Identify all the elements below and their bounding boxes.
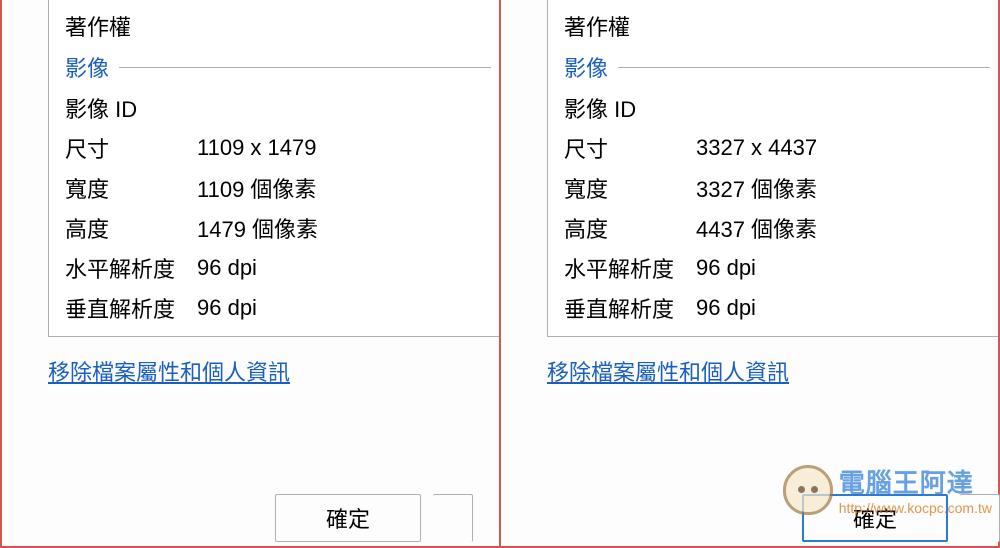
hres-label: 水平解析度: [564, 252, 696, 284]
dimensions-label: 尺寸: [65, 132, 197, 164]
height-row: 高度 1479 個像素: [65, 208, 491, 248]
vres-row: 垂直解析度 96 dpi: [564, 288, 990, 328]
button-bar: 確定: [275, 494, 473, 542]
button-bar: 確定: [802, 494, 1000, 542]
cancel-button-partial[interactable]: [433, 494, 473, 542]
ok-button[interactable]: 確定: [275, 494, 421, 542]
remove-properties-link[interactable]: 移除檔案屬性和個人資訊: [547, 360, 789, 385]
hres-value: 96 dpi: [696, 255, 756, 281]
vres-value: 96 dpi: [197, 295, 257, 321]
width-value: 3327 個像素: [696, 172, 817, 204]
dimensions-row: 尺寸 3327 x 4437: [564, 128, 990, 168]
height-label: 高度: [65, 212, 197, 244]
vres-value: 96 dpi: [696, 295, 756, 321]
dimensions-value: 1109 x 1479: [197, 135, 316, 161]
image-section-title: 影像: [65, 51, 109, 83]
ok-button[interactable]: 確定: [802, 494, 948, 542]
properties-dialog-left: 著作權 影像 影像 ID 尺寸 1109 x 1479 寬度 1109 個像素 …: [0, 0, 500, 548]
copyright-row: 著作權: [65, 6, 491, 46]
height-value: 1479 個像素: [197, 212, 318, 244]
width-value: 1109 個像素: [197, 172, 316, 204]
height-label: 高度: [564, 212, 696, 244]
copyright-row: 著作權: [564, 6, 990, 46]
vres-label: 垂直解析度: [564, 292, 696, 324]
hres-value: 96 dpi: [197, 255, 257, 281]
image-id-label: 影像 ID: [564, 92, 696, 124]
image-section-title: 影像: [564, 51, 608, 83]
properties-panel: 著作權 影像 影像 ID 尺寸 1109 x 1479 寬度 1109 個像素 …: [48, 0, 499, 337]
image-section-header: 影像: [65, 46, 491, 88]
remove-props-row: 移除檔案屬性和個人資訊: [2, 337, 499, 387]
hres-label: 水平解析度: [65, 252, 197, 284]
remove-properties-link[interactable]: 移除檔案屬性和個人資訊: [48, 360, 290, 385]
image-id-label: 影像 ID: [65, 92, 197, 124]
vres-label: 垂直解析度: [65, 292, 197, 324]
properties-panel: 著作權 影像 影像 ID 尺寸 3327 x 4437 寬度 3327 個像素 …: [547, 0, 998, 337]
image-id-row: 影像 ID: [564, 88, 990, 128]
dimensions-value: 3327 x 4437: [696, 135, 817, 161]
image-section-header: 影像: [564, 46, 990, 88]
properties-dialog-right: 著作權 影像 影像 ID 尺寸 3327 x 4437 寬度 3327 個像素 …: [500, 0, 1000, 548]
copyright-label: 著作權: [564, 10, 696, 42]
dimensions-row: 尺寸 1109 x 1479: [65, 128, 491, 168]
section-divider: [119, 67, 491, 68]
hres-row: 水平解析度 96 dpi: [564, 248, 990, 288]
width-row: 寬度 1109 個像素: [65, 168, 491, 208]
width-label: 寬度: [65, 172, 197, 204]
height-value: 4437 個像素: [696, 212, 817, 244]
copyright-label: 著作權: [65, 10, 197, 42]
remove-props-row: 移除檔案屬性和個人資訊: [501, 337, 998, 387]
cancel-button-partial[interactable]: [960, 494, 1000, 542]
vres-row: 垂直解析度 96 dpi: [65, 288, 491, 328]
height-row: 高度 4437 個像素: [564, 208, 990, 248]
dimensions-label: 尺寸: [564, 132, 696, 164]
width-label: 寬度: [564, 172, 696, 204]
hres-row: 水平解析度 96 dpi: [65, 248, 491, 288]
section-divider: [618, 67, 990, 68]
width-row: 寬度 3327 個像素: [564, 168, 990, 208]
image-id-row: 影像 ID: [65, 88, 491, 128]
